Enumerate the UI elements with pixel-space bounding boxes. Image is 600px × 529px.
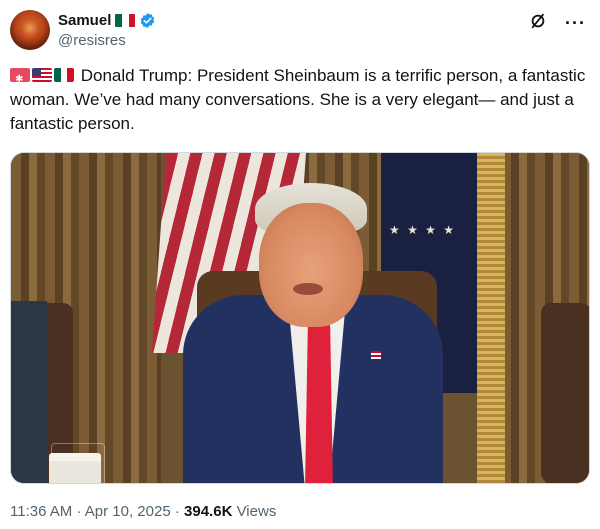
tweet-media-image[interactable]: [10, 152, 590, 484]
meta-separator: ·: [76, 503, 82, 520]
tweet-date[interactable]: Apr 10, 2025: [85, 503, 171, 520]
user-block: Samuel @resisres: [58, 10, 156, 49]
cup: [49, 453, 101, 483]
name-row: Samuel: [58, 10, 156, 30]
us-flag-icon: [32, 68, 52, 82]
top-actions: ···: [529, 12, 586, 33]
head: [259, 203, 363, 327]
tweet-time[interactable]: 11:36 AM: [10, 503, 72, 520]
more-icon[interactable]: ···: [565, 14, 586, 32]
tweet-meta: 11:36 AM · Apr 10, 2025 · 394.6K Views: [10, 503, 276, 520]
side-person-left: [11, 301, 47, 483]
flag-fringe: [477, 153, 505, 483]
display-name[interactable]: Samuel: [58, 12, 111, 29]
red-tie: [305, 305, 333, 483]
rotating-light-icon: [10, 68, 30, 82]
tweet-body: Donald Trump: President Sheinbaum is a t…: [10, 66, 586, 133]
mouth: [293, 283, 323, 295]
avatar[interactable]: [10, 10, 50, 50]
lapel-pin: [371, 351, 381, 359]
views-label: Views: [236, 503, 277, 520]
mexico-flag-icon: [54, 68, 74, 82]
views-count: 394.6K: [184, 503, 233, 520]
verified-badge-icon: [141, 12, 155, 28]
mexico-flag-icon: [115, 13, 136, 27]
grok-icon[interactable]: [529, 12, 547, 33]
side-chair-right: [541, 303, 589, 483]
user-handle[interactable]: @resisres: [58, 32, 156, 49]
tweet-text: Donald Trump: President Sheinbaum is a t…: [10, 64, 590, 136]
meta-separator: ·: [174, 503, 180, 520]
